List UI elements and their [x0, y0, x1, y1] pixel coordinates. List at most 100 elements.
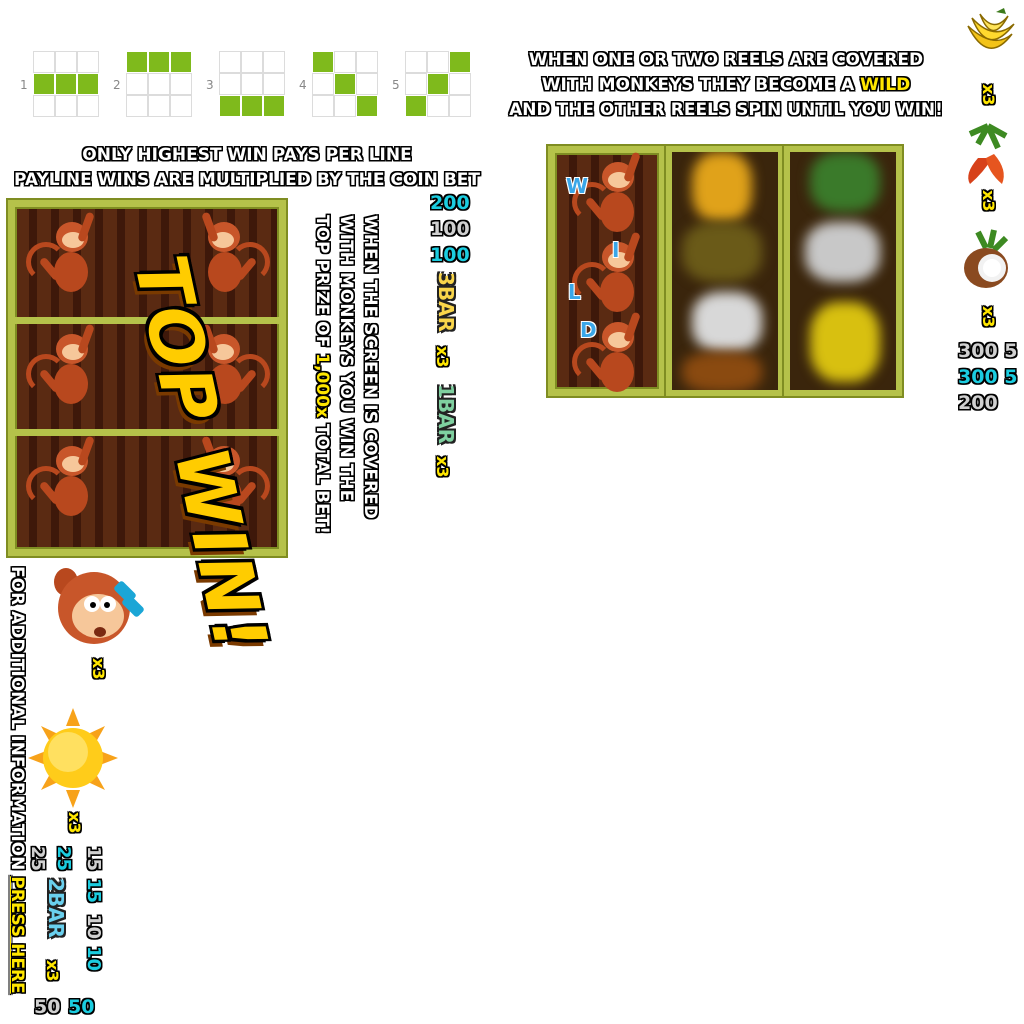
wild-text-line3: AND THE OTHER REELS SPIN UNTIL YOU WIN! — [509, 100, 943, 120]
pay-value-row2: 300 5 — [958, 366, 1018, 388]
payline-cell — [242, 52, 262, 72]
payline-cell — [264, 96, 284, 116]
spinning-reel-3 — [784, 146, 902, 396]
banana-icon — [967, 8, 1015, 49]
payline-cell — [220, 74, 240, 94]
payline-number-1: 1 — [20, 78, 28, 92]
chili-multiplier: x3 — [979, 190, 998, 212]
wild-letter-l: L — [568, 280, 581, 304]
pay-value-15-cyan: 15 — [83, 878, 104, 904]
payline-cell — [357, 74, 377, 94]
payline-cell — [171, 74, 191, 94]
pay-value-10-cyan: 10 — [83, 946, 104, 972]
three-bar-symbol: 3BAR — [434, 272, 458, 333]
spinning-reel-2 — [666, 146, 784, 396]
payline-cell — [357, 96, 377, 116]
payline-cell — [171, 96, 191, 116]
pay-value-row3: 200 — [958, 392, 998, 414]
payline-cell — [264, 74, 284, 94]
pay-value-25-gray: 25 — [27, 846, 48, 872]
payline-3 — [220, 52, 284, 116]
wild-text-line1: WHEN ONE OR TWO REELS ARE COVERED — [528, 50, 924, 70]
pay-value-50-gray: 50 — [34, 996, 61, 1018]
monkey-symbol — [26, 211, 106, 302]
payline-1 — [34, 52, 98, 116]
payline-cell — [220, 52, 240, 72]
cover-text-line2: WITH MONKEYS YOU WIN THE — [336, 215, 356, 502]
payline-cell — [406, 96, 426, 116]
payline-cell — [450, 52, 470, 72]
payline-cell — [171, 52, 191, 72]
two-bar-symbol: 2BAR — [44, 878, 68, 939]
one-bar-multiplier: x3 — [433, 456, 452, 478]
payline-cell — [56, 74, 76, 94]
wild-letter-d: D — [580, 318, 597, 342]
payline-cell — [428, 74, 448, 94]
payline-cell — [127, 96, 147, 116]
coconut-multiplier: x3 — [979, 306, 998, 328]
payline-cell — [149, 74, 169, 94]
sun-multiplier: x3 — [65, 812, 84, 834]
payline-number-2: 2 — [113, 78, 121, 92]
payline-cell — [428, 52, 448, 72]
payline-cell — [56, 52, 76, 72]
payline-cell — [428, 96, 448, 116]
one-bar-symbol: 1BAR — [434, 384, 458, 445]
payline-cell — [335, 96, 355, 116]
chili-icon — [968, 123, 1008, 184]
monkey-multiplier: x3 — [89, 658, 108, 680]
payline-2 — [127, 52, 191, 116]
payline-cell — [406, 74, 426, 94]
cover-text-line1: WHEN THE SCREEN IS COVERED — [360, 215, 380, 519]
payline-number-5: 5 — [392, 78, 400, 92]
payline-cell — [34, 96, 54, 116]
payline-cell — [78, 96, 98, 116]
wild-text-line2: WITH MONKEYS THEY BECOME A WILD — [541, 75, 911, 95]
wild-letter-i: I — [612, 238, 620, 262]
pay-value-25-cyan: 25 — [53, 846, 74, 872]
wild-explanation: WHEN ONE OR TWO REELS ARE COVERED WITH M… — [498, 48, 954, 123]
payline-cell — [242, 74, 262, 94]
press-here-link[interactable]: PRESS HERE — [7, 876, 27, 993]
additional-info-text: FOR ADDITIONAL INFORMATION — [7, 566, 27, 877]
top-prize-highlight: 1,000x — [312, 353, 332, 418]
monkey-symbol — [26, 435, 106, 526]
payline-cell — [34, 52, 54, 72]
cover-text-line3: TOP PRIZE OF 1,000x TOTAL BET! — [312, 215, 332, 534]
additional-info: FOR ADDITIONAL INFORMATION PRESS HERE — [7, 566, 27, 994]
payline-cell — [127, 52, 147, 72]
pay-value-200: 200 — [430, 192, 470, 214]
pays-text-line2: PAYLINE WINS ARE MULTIPLIED BY THE COIN … — [14, 170, 480, 190]
banana-multiplier: x3 — [979, 84, 998, 106]
pay-value-row1: 300 5 — [958, 340, 1018, 362]
payline-cell — [450, 96, 470, 116]
payline-4 — [313, 52, 377, 116]
payline-cell — [56, 96, 76, 116]
pays-explanation: ONLY HIGHEST WIN PAYS PER LINE PAYLINE W… — [0, 143, 494, 193]
coconut-icon — [964, 229, 1009, 288]
payline-cell — [78, 52, 98, 72]
monkey-symbol — [26, 323, 106, 414]
wild-letter-w: W — [566, 174, 589, 198]
three-bar-multiplier: x3 — [433, 346, 452, 368]
payline-cell — [406, 52, 426, 72]
payline-cell — [34, 74, 54, 94]
payline-cell — [450, 74, 470, 94]
payline-number-4: 4 — [299, 78, 307, 92]
payline-cell — [264, 52, 284, 72]
monkey-face-icon — [54, 568, 144, 644]
pay-value-50-cyan: 50 — [68, 996, 95, 1018]
payline-cell — [313, 96, 333, 116]
payline-cell — [149, 52, 169, 72]
payline-number-3: 3 — [206, 78, 214, 92]
payline-5 — [406, 52, 470, 116]
payline-cell — [335, 74, 355, 94]
pay-value-100-b: 100 — [430, 244, 470, 266]
payline-cell — [357, 52, 377, 72]
payline-cell — [313, 52, 333, 72]
pay-value-15-gray: 15 — [83, 846, 104, 872]
sun-icon — [28, 708, 118, 808]
payline-cell — [220, 96, 240, 116]
pays-text-line1: ONLY HIGHEST WIN PAYS PER LINE — [82, 145, 412, 165]
payline-cell — [242, 96, 262, 116]
